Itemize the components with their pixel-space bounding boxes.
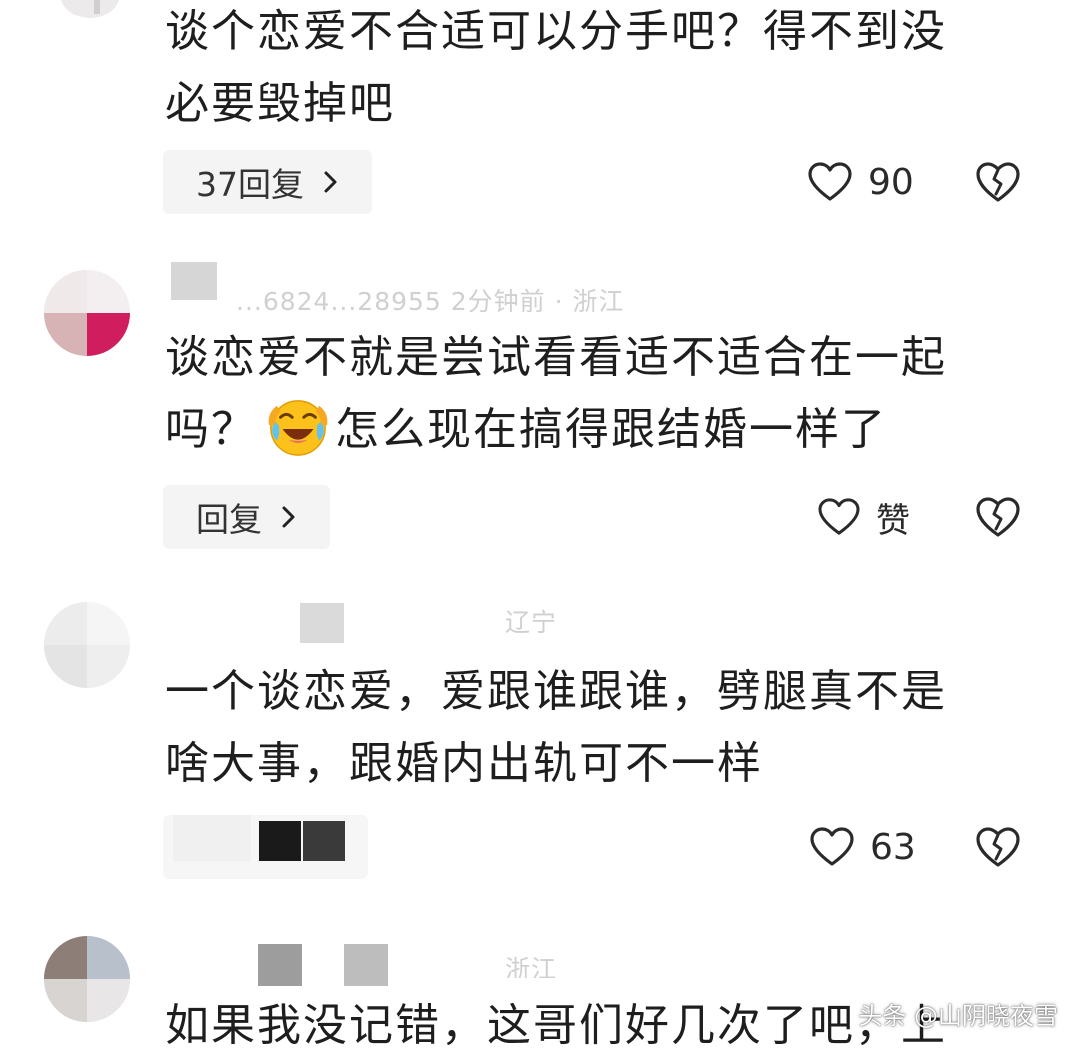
dislike-icon[interactable] (974, 493, 1022, 541)
laughing-crying-emoji-icon (268, 400, 328, 456)
comment-meta: 辽宁 (505, 608, 558, 633)
heart-icon (810, 827, 854, 866)
username-redacted (258, 944, 302, 986)
like-button[interactable]: 赞 (818, 487, 910, 547)
view-replies-button[interactable]: 37回复 (163, 150, 372, 214)
dislike-icon[interactable] (974, 823, 1022, 871)
heart-icon (818, 498, 860, 535)
avatar[interactable] (44, 270, 130, 356)
reply-button[interactable]: 回复 (163, 485, 330, 549)
like-count: 90 (868, 161, 914, 203)
reply-button[interactable] (163, 815, 368, 879)
comment-text: 一个谈恋爱，爱跟谁跟谁，劈腿真不是 啥大事，跟婚内出轨可不一样 (165, 666, 947, 789)
username-redacted (300, 603, 344, 643)
watermark: 头条 @山阴晓夜雪 (858, 1002, 1058, 1030)
like-button[interactable]: 63 (810, 817, 916, 877)
heart-icon (808, 162, 852, 201)
avatar[interactable] (60, 0, 120, 18)
like-label: 赞 (876, 500, 910, 541)
chevron-right-icon (324, 171, 337, 193)
reply-label: 回复 (196, 500, 262, 539)
comment-text: 谈恋爱不就是尝试看看适不适合在一起 吗？ 怎么现在搞得跟结婚一样了 (165, 322, 1015, 466)
like-button[interactable]: 90 (808, 152, 914, 212)
reply-label: 37回复 (196, 165, 304, 204)
username-redacted (171, 262, 217, 300)
comment-text: 谈个恋爱不合适可以分手吧？得不到没 必要毁掉吧 (165, 6, 947, 129)
dislike-icon[interactable] (974, 158, 1022, 206)
comment-meta: ...6824...28955 2分钟前 · 浙江 (236, 287, 625, 312)
comment-list: 谈个恋爱不合适可以分手吧？得不到没 必要毁掉吧 37回复 90 ...6824.… (0, 0, 1080, 1049)
username-redacted (344, 944, 388, 986)
chevron-right-icon (282, 506, 295, 528)
avatar[interactable] (44, 936, 130, 1022)
avatar[interactable] (44, 602, 130, 688)
comment-meta: 浙江 (505, 955, 558, 978)
like-count: 63 (870, 826, 916, 868)
